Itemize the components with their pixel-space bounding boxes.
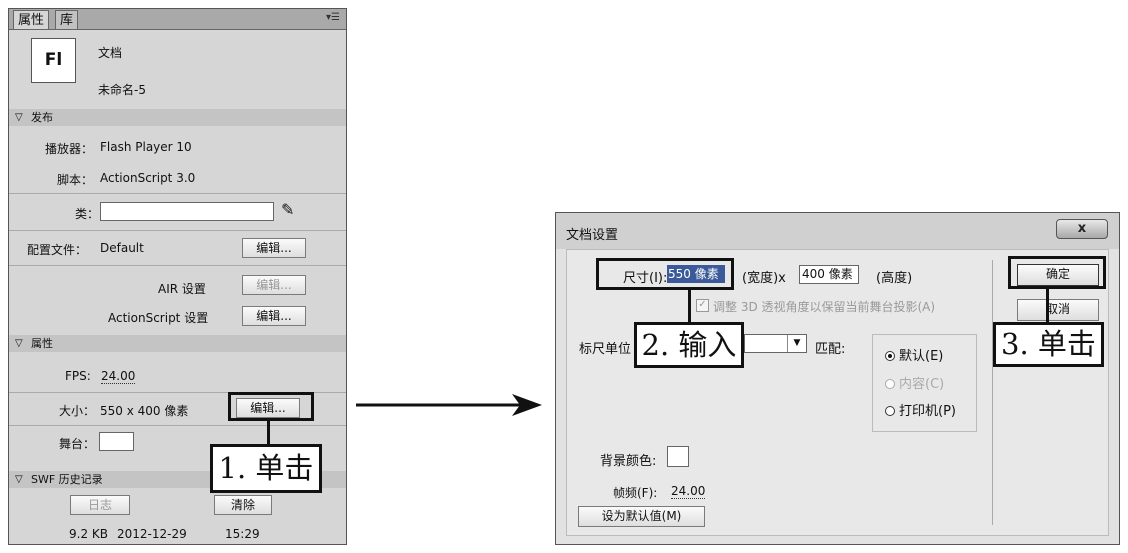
size-value: 550 x 400 像素	[100, 404, 189, 418]
profile-value: Default	[100, 241, 144, 255]
player-label: 播放器：	[45, 142, 94, 156]
profile-label: 配置文件：	[27, 243, 88, 257]
close-icon[interactable]: x	[1056, 219, 1108, 239]
dialog-title-bar: 文档设置 x	[556, 213, 1119, 249]
dropdown-arrow-icon: ▼	[787, 335, 806, 352]
set-default-button[interactable]: 设为默认值(M)	[578, 506, 705, 527]
callout-connector-line	[688, 290, 691, 323]
properties-section-header[interactable]: ▽ 属性	[9, 335, 346, 352]
panel-menu-icon[interactable]: ▾☰	[326, 12, 340, 23]
divider	[9, 265, 346, 266]
profile-edit-button[interactable]: 编辑...	[242, 238, 306, 258]
stage-label: 舞台：	[59, 437, 96, 451]
properties-section-title: 属性	[31, 337, 53, 350]
publish-section-title: 发布	[31, 111, 53, 124]
adjust-3d-checkbox[interactable]: ✓	[696, 299, 709, 312]
callout-step3: 3. 单击	[993, 322, 1104, 367]
match-option-default[interactable]: 默认(E)	[885, 345, 943, 364]
stage-color-swatch[interactable]	[99, 432, 134, 451]
bg-color-label: 背景颜色:	[600, 454, 657, 469]
pencil-edit-icon[interactable]: ✎	[281, 200, 294, 219]
actionscript-edit-button[interactable]: 编辑...	[242, 306, 306, 326]
document-name: 未命名-5	[98, 83, 146, 97]
class-label: 类：	[75, 207, 100, 221]
width-label: (宽度)x	[742, 271, 786, 286]
fps-value[interactable]: 24.00	[101, 369, 136, 384]
match-label: 匹配:	[815, 342, 846, 357]
match-option-contents[interactable]: 内容(C)	[885, 373, 944, 392]
history-file-size: 9.2 KB	[69, 527, 108, 541]
history-time: 15:29	[225, 527, 260, 541]
callout-connector-line	[267, 421, 270, 445]
callout-step1: 1. 单击	[210, 444, 322, 493]
right-arrow-icon	[356, 394, 542, 416]
height-input[interactable]: 400 像素	[799, 265, 859, 284]
adjust-3d-label: 调整 3D 透视角度以保留当前舞台投影(A)	[713, 300, 936, 314]
history-date: 2012-12-29	[117, 527, 187, 541]
frame-rate-value[interactable]: 24.00	[671, 484, 706, 499]
flash-document-icon: Fl	[31, 38, 76, 83]
divider	[9, 425, 346, 426]
dialog-divider	[992, 260, 993, 525]
swf-history-title: SWF 历史记录	[31, 473, 103, 486]
collapse-triangle-icon: ▽	[15, 338, 23, 349]
divider	[9, 230, 346, 231]
tab-properties[interactable]: 属性	[13, 10, 50, 29]
highlight-box-size-input	[596, 258, 734, 290]
air-settings-label: AIR 设置	[158, 282, 206, 296]
radio-icon	[885, 379, 895, 389]
cancel-button[interactable]: 取消	[1017, 299, 1099, 321]
match-option-group: 默认(E) 内容(C) 打印机(P)	[872, 334, 977, 432]
log-button[interactable]: 日志	[70, 495, 130, 515]
radio-selected-icon	[885, 351, 895, 361]
size-label: 大小：	[59, 404, 96, 418]
frame-rate-label: 帧频(F):	[613, 486, 658, 500]
publish-section-header[interactable]: ▽ 发布	[9, 109, 346, 126]
script-label: 脚本：	[57, 173, 94, 187]
callout-step2: 2. 输入	[634, 322, 744, 368]
collapse-triangle-icon: ▽	[15, 474, 23, 485]
height-label: (高度)	[876, 271, 913, 286]
ruler-units-select[interactable]: ▼	[744, 334, 807, 353]
fps-label: FPS:	[65, 369, 91, 383]
collapse-triangle-icon: ▽	[15, 112, 23, 123]
actionscript-settings-label: ActionScript 设置	[108, 311, 209, 325]
radio-icon	[885, 406, 895, 416]
highlight-box-size-edit	[228, 392, 314, 421]
script-value: ActionScript 3.0	[100, 171, 196, 185]
dialog-title: 文档设置	[566, 228, 619, 243]
tab-library[interactable]: 库	[55, 10, 79, 29]
divider	[9, 193, 346, 194]
ruler-units-label: 标尺单位	[579, 342, 632, 357]
document-type-label: 文档	[98, 46, 123, 60]
callout-connector-line	[1046, 289, 1049, 323]
bg-color-swatch[interactable]	[667, 446, 689, 467]
player-value: Flash Player 10	[100, 140, 192, 154]
class-input[interactable]	[100, 202, 274, 221]
clear-button[interactable]: 清除	[214, 495, 272, 515]
panel-tab-bar: 属性 库 ▾☰	[9, 9, 346, 30]
match-option-printer[interactable]: 打印机(P)	[885, 400, 956, 419]
dialog-body: 尺寸(I): 550 像素 (宽度)x 400 像素 (高度) ✓ 调整 3D …	[566, 249, 1109, 536]
highlight-box-ok	[1008, 256, 1106, 289]
air-edit-button[interactable]: 编辑...	[242, 275, 306, 295]
